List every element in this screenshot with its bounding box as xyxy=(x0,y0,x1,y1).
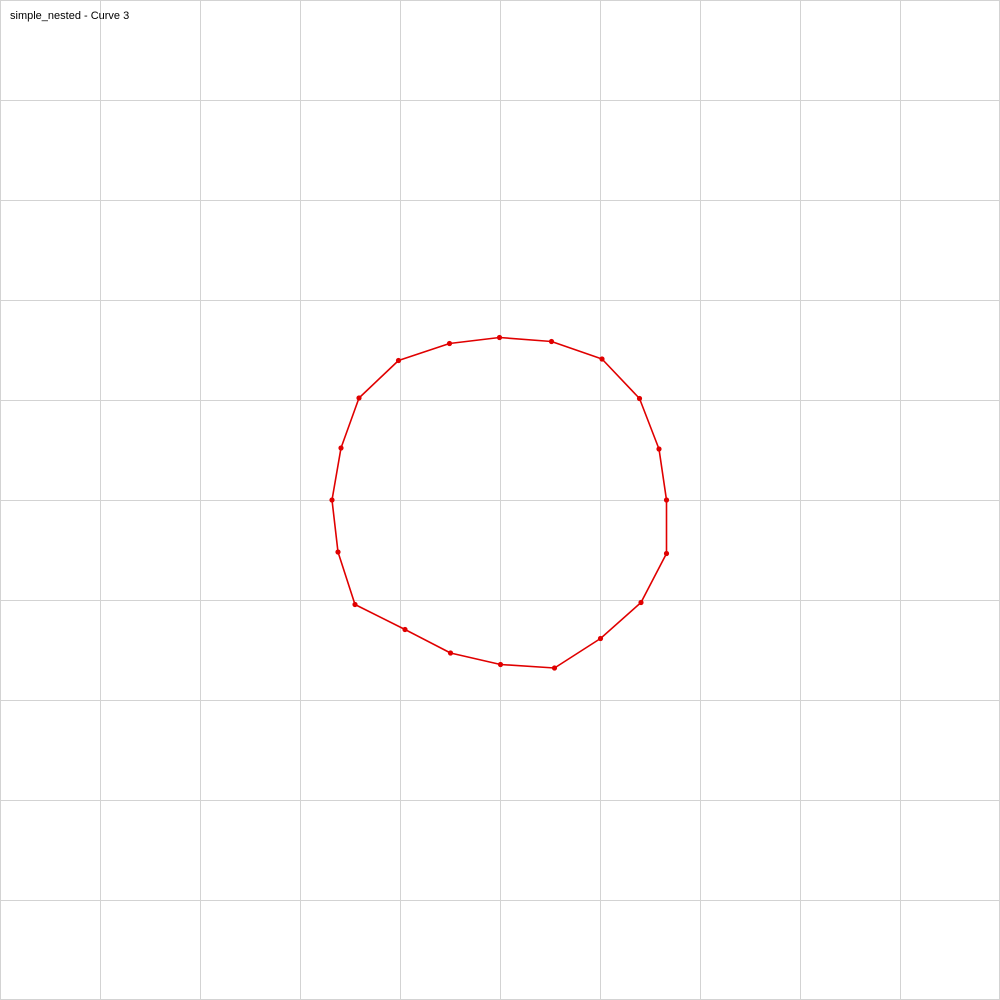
grid-lines xyxy=(0,0,1000,1000)
curve-vertex xyxy=(656,446,662,452)
curve-vertex xyxy=(497,661,504,668)
curve-vertex xyxy=(395,357,402,364)
curve-vertex xyxy=(548,338,555,345)
curve-vertex xyxy=(496,334,503,341)
curve-plot xyxy=(0,0,1000,1000)
curve-vertex xyxy=(352,601,358,608)
curve-vertex xyxy=(447,650,454,656)
curve-vertex xyxy=(599,356,605,362)
curve-3 xyxy=(329,334,670,671)
plot-title: simple_nested - Curve 3 xyxy=(10,10,130,22)
curve-vertex xyxy=(335,549,341,555)
curve-vertex xyxy=(663,550,670,557)
curve-vertex xyxy=(338,445,344,451)
curve-vertex xyxy=(636,395,643,402)
curve-vertex xyxy=(402,626,408,633)
curve-vertex xyxy=(663,497,670,503)
curve-vertex xyxy=(597,635,604,642)
curve-vertex xyxy=(329,497,335,503)
curve-vertex xyxy=(446,340,453,347)
curve-vertex xyxy=(356,395,362,401)
curve-vertex xyxy=(638,599,644,606)
plot-canvas: simple_nested - Curve 3 xyxy=(0,0,1000,1000)
curve-path xyxy=(331,336,668,669)
curve-vertex xyxy=(551,665,558,671)
